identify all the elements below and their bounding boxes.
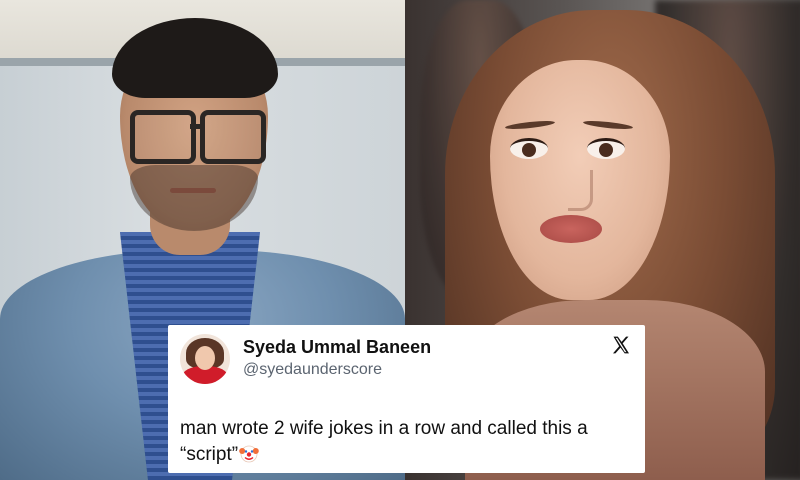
clown-face-icon [239,445,259,463]
tweet-card: Syeda Ummal Baneen @syedaunderscore man … [168,325,645,473]
display-name[interactable]: Syeda Ummal Baneen [243,337,431,358]
woman-nose [568,170,593,211]
avatar-face [195,346,215,370]
glasses-lens-left [130,110,196,164]
user-handle[interactable]: @syedaunderscore [243,361,382,379]
woman-eye-right [587,138,625,159]
man-mouth [170,188,216,193]
glasses-lens-right [200,110,266,164]
tweet-text: man wrote 2 wife jokes in a row and call… [180,416,635,468]
woman-eye-left [510,138,548,159]
tweet-text-line2: “script” [180,444,239,465]
avatar[interactable] [180,334,230,384]
tweet-text-line1: man wrote 2 wife jokes in a row and call… [180,418,588,439]
glasses-bridge [190,124,204,129]
x-logo-icon[interactable] [611,335,631,355]
woman-lips [540,215,602,243]
